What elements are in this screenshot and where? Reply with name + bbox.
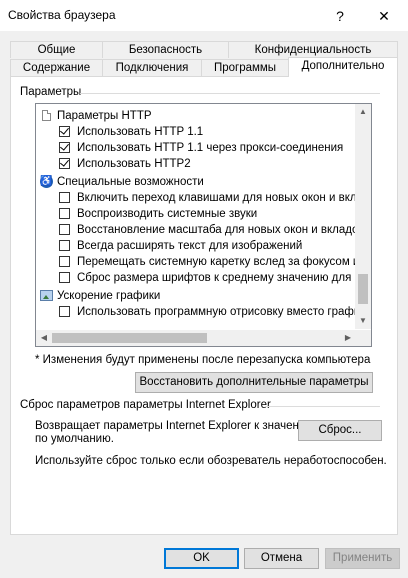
checkbox[interactable] [59, 192, 70, 203]
checkbox-checked[interactable] [59, 141, 70, 153]
settings-tree[interactable]: Параметры HTTP Использовать HTTP 1.1 Исп… [35, 103, 372, 347]
tree-item[interactable]: Использовать HTTP 1.1 [36, 124, 356, 140]
tree-item[interactable]: Использовать HTTP 1.1 через прокси-соеди… [36, 140, 356, 156]
reset-section-label: Сброс параметров параметры Internet Expl… [20, 399, 271, 411]
tree-item[interactable]: Всегда расширять текст для изображений [36, 238, 356, 254]
checkbox[interactable] [59, 208, 70, 219]
settings-section-label: Параметры [20, 86, 82, 98]
checkbox-checked[interactable] [59, 125, 70, 137]
scroll-left-icon[interactable]: ◀ [36, 330, 52, 346]
checkbox[interactable] [59, 240, 70, 251]
scroll-right-icon[interactable]: ▶ [340, 330, 356, 346]
reset-hint: Используйте сброс только если обозревате… [35, 455, 387, 467]
tab-privacy[interactable]: Конфиденциальность [228, 41, 398, 58]
tree-group-graphics: Ускорение графики [36, 288, 356, 304]
horizontal-scroll-thumb[interactable] [52, 333, 207, 343]
tree-group-accessibility: ♿ Специальные возможности [40, 175, 204, 188]
scroll-up-icon[interactable]: ▲ [355, 104, 371, 120]
checkbox[interactable] [59, 306, 70, 317]
restart-note: * Изменения будут применены после переза… [35, 354, 371, 366]
accessibility-icon: ♿ [40, 175, 53, 188]
apply-button[interactable]: Применить [325, 548, 400, 569]
title-bar: Свойства браузера ? ✕ [0, 0, 408, 31]
checkbox[interactable] [59, 256, 70, 267]
reset-button[interactable]: Сброс... [298, 420, 382, 441]
tree-group-http: Параметры HTTP [36, 108, 356, 124]
divider [80, 93, 380, 94]
reset-description: Возвращает параметры Internet Explorer к… [35, 420, 320, 432]
vertical-scrollbar[interactable]: ▲ ▼ [355, 104, 371, 329]
tree-item[interactable]: Воспроизводить системные звуки [36, 206, 356, 222]
tree-item[interactable]: Включить переход клавишами для новых око… [36, 190, 370, 206]
restore-advanced-button[interactable]: Восстановить дополнительные параметры [135, 372, 373, 393]
checkbox[interactable] [59, 272, 70, 283]
vertical-scroll-thumb[interactable] [358, 274, 368, 304]
reset-description-cont: по умолчанию. [35, 433, 114, 445]
tree-item[interactable]: Перемещать системную каретку вслед за фо… [36, 254, 369, 270]
divider [265, 406, 380, 407]
scroll-down-icon[interactable]: ▼ [355, 313, 371, 329]
close-button[interactable]: ✕ [367, 4, 401, 28]
document-icon [42, 110, 51, 121]
tree-item[interactable]: Сброс размера шрифтов к среднему значени… [36, 270, 371, 286]
tab-programs[interactable]: Программы [201, 59, 289, 76]
scroll-corner [355, 330, 371, 346]
tab-advanced[interactable]: Дополнительно [288, 57, 398, 77]
tab-connections[interactable]: Подключения [102, 59, 202, 76]
help-button[interactable]: ? [323, 4, 357, 28]
horizontal-scrollbar[interactable]: ◀ ▶ [36, 330, 356, 346]
tree-item[interactable]: Использовать программную отрисовку вмест… [36, 304, 360, 320]
tab-general[interactable]: Общие [10, 41, 103, 58]
tab-content[interactable]: Содержание [10, 59, 103, 76]
tab-security[interactable]: Безопасность [102, 41, 229, 58]
window-title: Свойства браузера [8, 8, 116, 22]
checkbox[interactable] [59, 224, 70, 235]
checkbox-checked[interactable] [59, 157, 70, 169]
cancel-button[interactable]: Отмена [244, 548, 319, 569]
graphics-icon [40, 290, 53, 301]
tree-item[interactable]: Восстановление масштаба для новых окон и… [36, 222, 363, 238]
ok-button[interactable]: OK [164, 548, 239, 569]
tree-item[interactable]: Использовать HTTP2 [36, 156, 356, 172]
